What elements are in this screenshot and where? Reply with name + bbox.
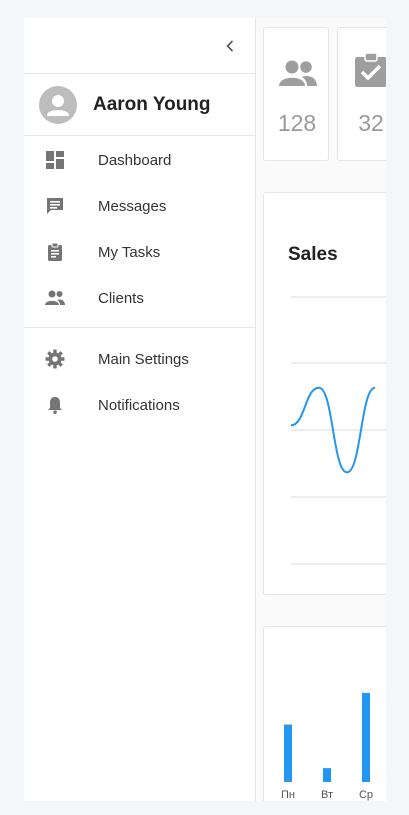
user-name: Aaron Young [93,93,211,115]
sidebar-item-dashboard[interactable]: Dashboard [24,137,255,183]
dashboard-icon [46,151,64,169]
sidebar-item-clients[interactable]: Clients [24,275,255,321]
bell-icon [48,397,62,414]
assignment-done-icon [355,52,386,87]
sidebar-item-label: Messages [98,197,167,215]
x-tick-label: Вт [321,789,333,801]
collapse-sidebar-button[interactable] [220,35,240,57]
stat-card-clients[interactable]: 128 [263,27,329,161]
bar [284,724,292,782]
sidebar-item-label: Main Settings [98,350,189,368]
sales-card: Sales [263,192,386,595]
user-profile[interactable]: Aaron Young [24,74,255,136]
main-content: 128 32 Sales Пн Вт Ср [257,18,386,801]
sidebar-header [24,18,255,74]
avatar [39,85,77,124]
weekday-bar-card: Пн Вт Ср [263,626,386,801]
stat-value: 128 [277,110,317,136]
sidebar-item-label: Dashboard [98,151,172,169]
sidebar-item-my-tasks[interactable]: My Tasks [24,229,255,275]
secondary-menu: Main Settings Notifications [24,328,255,428]
bar [362,692,370,782]
sidebar: Aaron Young Dashboard Messages My Tasks … [24,18,256,801]
x-tick-label: Ср [359,789,373,801]
weekday-bar-chart: Пн Вт Ср [281,692,373,801]
main-menu: Dashboard Messages My Tasks Clients [24,136,255,328]
sidebar-item-messages[interactable]: Messages [24,183,255,229]
bar [323,768,331,782]
assignment-icon [48,242,62,261]
sidebar-item-notifications[interactable]: Notifications [24,382,255,428]
app-frame: Aaron Young Dashboard Messages My Tasks … [24,18,386,801]
sidebar-item-label: My Tasks [98,243,161,261]
x-tick-label: Пн [281,789,295,801]
person-icon [47,94,69,116]
sales-line-chart [290,296,386,565]
sidebar-item-label: Notifications [98,396,180,414]
stat-value: 32 [358,110,384,136]
people-icon [279,60,317,86]
sidebar-item-label: Clients [98,289,144,307]
stat-card-tasks[interactable]: 32 [337,27,386,161]
chevron-left-icon [226,40,234,52]
people-icon [45,290,65,305]
gear-icon [45,349,65,369]
sidebar-item-main-settings[interactable]: Main Settings [24,336,255,382]
message-icon [47,198,63,214]
